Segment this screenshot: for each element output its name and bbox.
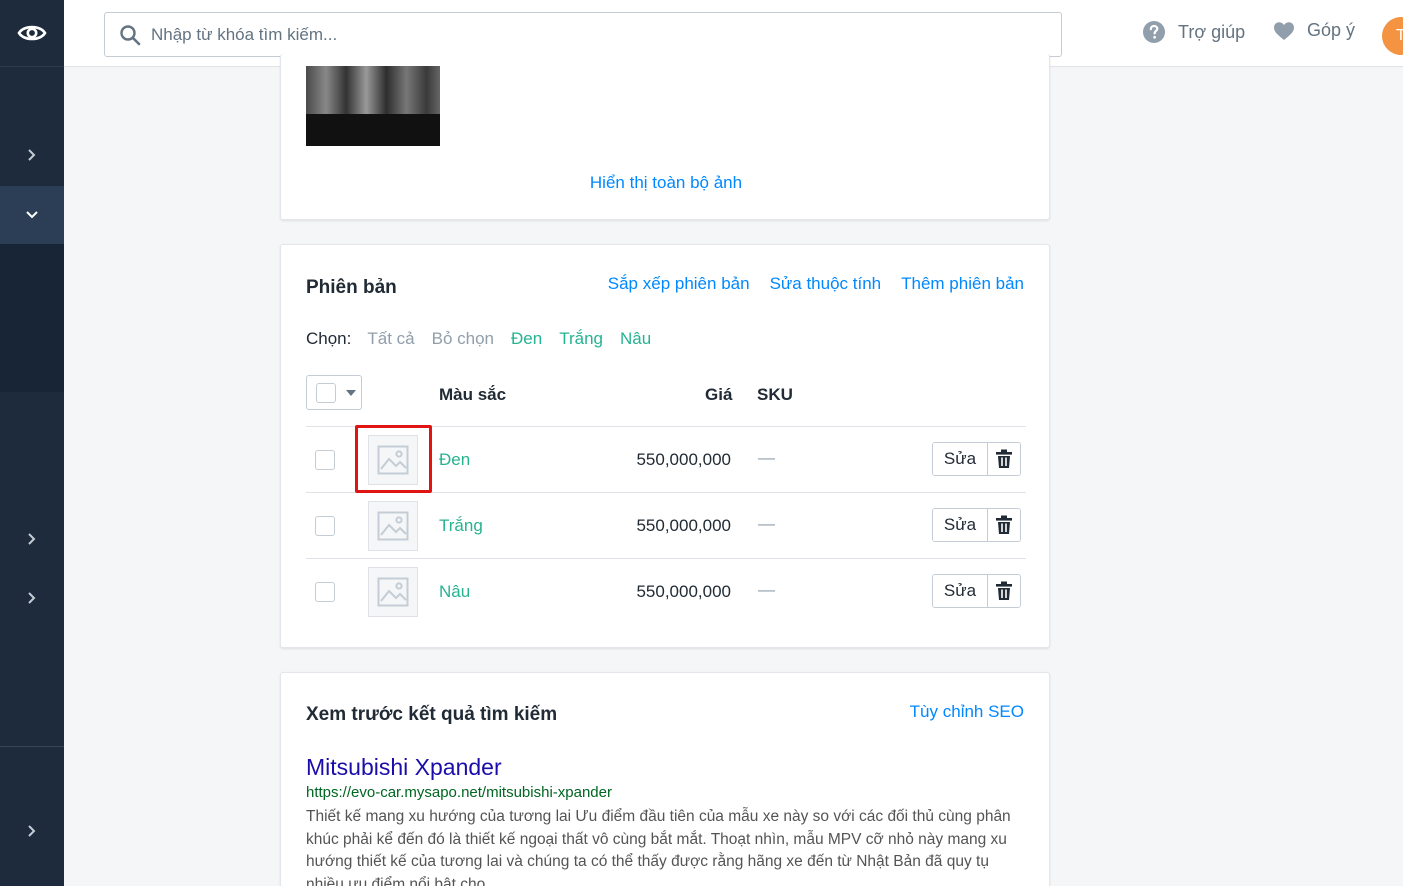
row-checkbox[interactable] bbox=[315, 582, 335, 602]
delete-variant-button[interactable] bbox=[988, 443, 1020, 475]
variant-color[interactable]: Trắng bbox=[439, 516, 483, 536]
edit-variant-button[interactable]: Sửa bbox=[933, 443, 988, 475]
table-row[interactable]: Nâu 550,000,000 — Sửa bbox=[306, 558, 1026, 624]
image-placeholder-icon bbox=[377, 577, 409, 607]
sidebar-item-2[interactable] bbox=[0, 186, 64, 244]
edit-attributes-link[interactable]: Sửa thuộc tính bbox=[770, 274, 882, 294]
logo[interactable] bbox=[0, 0, 64, 67]
trash-icon bbox=[996, 581, 1012, 600]
delete-variant-button[interactable] bbox=[988, 575, 1020, 607]
variant-price: 550,000,000 bbox=[636, 450, 731, 469]
column-color: Màu sắc bbox=[439, 385, 507, 404]
variant-color[interactable]: Nâu bbox=[439, 582, 470, 602]
show-all-images-link[interactable]: Hiển thị toàn bộ ảnh bbox=[590, 173, 742, 192]
add-variant-link[interactable]: Thêm phiên bản bbox=[901, 274, 1024, 294]
product-image[interactable] bbox=[306, 66, 440, 146]
product-image-bottom bbox=[306, 114, 440, 146]
filter-all[interactable]: Tất cả bbox=[367, 329, 414, 349]
eye-icon bbox=[17, 25, 47, 41]
seo-title: Xem trước kết quả tìm kiếm bbox=[306, 704, 558, 725]
chevron-right-icon bbox=[28, 533, 36, 545]
column-sku: SKU bbox=[757, 385, 793, 404]
filter-none[interactable]: Bỏ chọn bbox=[432, 329, 494, 349]
table-row[interactable]: Trắng 550,000,000 — Sửa bbox=[306, 492, 1026, 558]
filter-white[interactable]: Trắng bbox=[559, 329, 603, 349]
avatar[interactable]: T bbox=[1382, 17, 1403, 55]
select-all-checkbox[interactable] bbox=[316, 382, 336, 403]
seo-card: Xem trước kết quả tìm kiếm Tùy chỉnh SEO… bbox=[280, 672, 1050, 886]
sidebar-item-4[interactable] bbox=[0, 569, 64, 627]
edit-variant-button[interactable]: Sửa bbox=[933, 575, 988, 607]
variants-actions: Sắp xếp phiên bản Sửa thuộc tính Thêm ph… bbox=[608, 274, 1024, 294]
help-label: Trợ giúp bbox=[1178, 21, 1246, 42]
feedback-label: Góp ý bbox=[1307, 20, 1356, 40]
heart-icon bbox=[1274, 21, 1294, 40]
help-link[interactable]: Trợ giúp bbox=[1142, 20, 1245, 44]
search-icon bbox=[120, 24, 141, 45]
sidebar bbox=[0, 0, 64, 886]
edit-variant-button[interactable]: Sửa bbox=[933, 509, 988, 541]
bulk-select-dropdown[interactable] bbox=[306, 375, 362, 410]
trash-icon bbox=[996, 515, 1012, 534]
caret-down-icon bbox=[346, 389, 356, 396]
search-box[interactable] bbox=[104, 12, 1062, 57]
variant-filters: Chọn: Tất cả Bỏ chọn Đen Trắng Nâu bbox=[306, 329, 651, 349]
variant-image-placeholder[interactable] bbox=[368, 567, 418, 617]
help-icon bbox=[1143, 21, 1165, 43]
row-actions: Sửa bbox=[932, 508, 1021, 542]
variant-image-placeholder[interactable] bbox=[368, 501, 418, 551]
sidebar-item-3[interactable] bbox=[0, 510, 64, 568]
highlight-box bbox=[355, 425, 432, 493]
filter-label: Chọn: bbox=[306, 329, 352, 348]
chevron-down-icon bbox=[26, 211, 38, 219]
images-card: Hiển thị toàn bộ ảnh bbox=[280, 54, 1050, 220]
chevron-right-icon bbox=[28, 825, 36, 837]
feedback-link[interactable]: Góp ý bbox=[1273, 20, 1355, 41]
chevron-right-icon bbox=[28, 149, 36, 161]
seo-preview-description: Thiết kế mang xu hướng của tương lai Ưu … bbox=[306, 808, 1011, 886]
chevron-right-icon bbox=[28, 592, 36, 604]
sidebar-item-5[interactable] bbox=[0, 802, 64, 860]
row-actions: Sửa bbox=[932, 442, 1021, 476]
variant-price: 550,000,000 bbox=[636, 516, 731, 535]
seo-preview-url: https://evo-car.mysapo.net/mitsubishi-xp… bbox=[306, 784, 612, 801]
variant-sku: — bbox=[758, 514, 775, 533]
row-checkbox[interactable] bbox=[315, 516, 335, 536]
delete-variant-button[interactable] bbox=[988, 509, 1020, 541]
avatar-initial: T bbox=[1396, 27, 1403, 44]
variant-sku: — bbox=[758, 448, 775, 467]
customize-seo-link[interactable]: Tùy chỉnh SEO bbox=[910, 702, 1024, 721]
variants-title: Phiên bản bbox=[306, 277, 397, 298]
column-price: Giá bbox=[705, 385, 733, 404]
row-checkbox[interactable] bbox=[315, 450, 335, 470]
row-actions: Sửa bbox=[932, 574, 1021, 608]
product-image-top bbox=[306, 66, 440, 114]
variant-color[interactable]: Đen bbox=[439, 450, 470, 470]
sidebar-item-1[interactable] bbox=[0, 126, 64, 184]
variant-price: 550,000,000 bbox=[636, 582, 731, 601]
filter-brown[interactable]: Nâu bbox=[620, 329, 651, 349]
trash-icon bbox=[996, 449, 1012, 468]
sidebar-divider bbox=[0, 746, 64, 747]
search-input[interactable] bbox=[151, 24, 1031, 45]
variant-sku: — bbox=[758, 580, 775, 599]
sort-variants-link[interactable]: Sắp xếp phiên bản bbox=[608, 274, 750, 294]
seo-preview-title: Mitsubishi Xpander bbox=[306, 754, 502, 780]
filter-black[interactable]: Đen bbox=[511, 329, 542, 349]
image-placeholder-icon bbox=[377, 511, 409, 541]
sidebar-submenu bbox=[0, 244, 64, 392]
